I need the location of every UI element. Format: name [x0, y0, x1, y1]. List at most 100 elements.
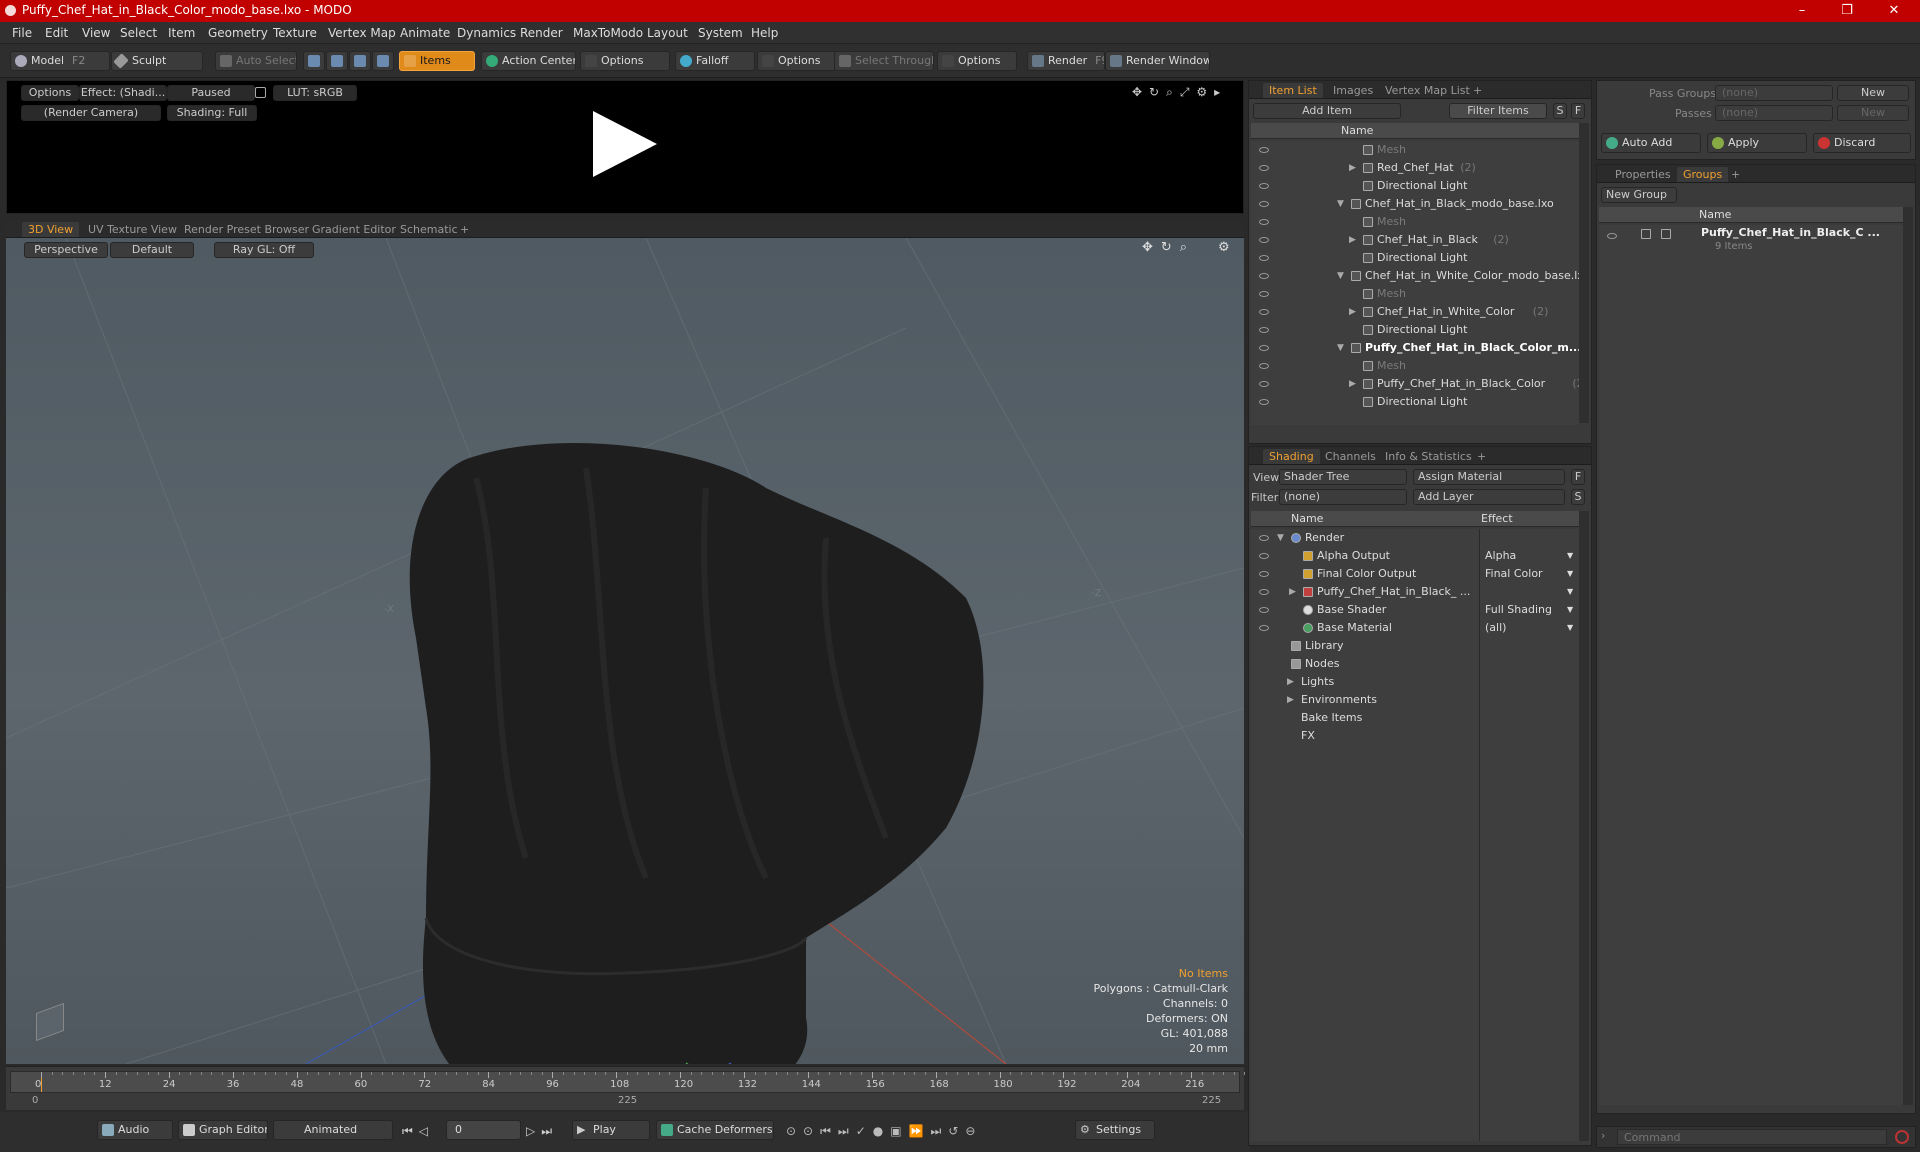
action-center-options-button[interactable]: Options — [580, 51, 670, 71]
expand-arrow-icon[interactable]: ▶ — [1287, 673, 1294, 691]
eye-icon[interactable] — [1259, 183, 1269, 189]
passes-dropdown[interactable]: (none) — [1715, 105, 1833, 121]
collapse-arrow-icon[interactable]: ▶ — [1349, 159, 1356, 177]
eye-icon[interactable] — [1259, 625, 1269, 631]
item-row[interactable]: ▶ Puffy_Chef_Hat_in_Black_Color (2) — [1251, 375, 1579, 393]
shader-row[interactable]: Library — [1251, 637, 1579, 655]
shader-row[interactable]: ▶ Puffy_Chef_Hat_in_Black_ ... ▼ — [1251, 583, 1579, 601]
effect-value[interactable]: (all) — [1485, 619, 1506, 637]
perspective-dropdown[interactable]: Perspective — [24, 242, 108, 258]
tab-render-preset-browser[interactable]: Render Preset Browser — [178, 222, 315, 237]
eye-icon[interactable] — [1259, 589, 1269, 595]
item-row[interactable]: Mesh — [1251, 141, 1579, 159]
effect-dropdown-icon[interactable]: ▼ — [1567, 601, 1573, 619]
add-item-dropdown[interactable]: Add Item — [1253, 103, 1401, 119]
collapse-arrow-icon[interactable]: ▶ — [1349, 231, 1356, 249]
group-item[interactable]: Puffy_Chef_Hat_in_Black_C ... — [1701, 226, 1899, 239]
shader-row[interactable]: ▶ Lights — [1251, 673, 1579, 691]
play-icon[interactable] — [593, 111, 657, 177]
shader-row[interactable]: Nodes — [1251, 655, 1579, 673]
item-row[interactable]: Directional Light — [1251, 249, 1579, 267]
menu-system[interactable]: System — [698, 26, 743, 40]
auto-add-button[interactable]: Auto Add — [1601, 133, 1701, 153]
tab-info-statistics[interactable]: Info & Statistics — [1379, 449, 1478, 464]
f-button[interactable]: F — [1571, 103, 1585, 119]
menu-geometry[interactable]: Geometry — [208, 26, 268, 40]
tab-properties[interactable]: Properties — [1609, 167, 1677, 182]
model-mode-button[interactable]: Model F2 — [10, 51, 110, 71]
expand-arrow-icon[interactable]: ▼ — [1337, 267, 1344, 285]
tab-channels[interactable]: Channels — [1319, 449, 1382, 464]
action-center-button[interactable]: Action Center — [481, 51, 576, 71]
item-row[interactable]: ▶ Chef_Hat_in_White_Color (2) — [1251, 303, 1579, 321]
cache-deformers-button[interactable]: Cache Deformers — [656, 1120, 774, 1140]
menu-render[interactable]: Render — [520, 26, 563, 40]
vertex-select-button[interactable] — [303, 51, 325, 71]
eye-icon[interactable] — [1259, 309, 1269, 315]
item-row[interactable]: Mesh — [1251, 357, 1579, 375]
effect-dropdown-icon[interactable]: ▼ — [1567, 619, 1573, 637]
tab-images[interactable]: Images — [1327, 83, 1379, 98]
menu-dynamics[interactable]: Dynamics — [457, 26, 516, 40]
eye-icon[interactable] — [1259, 535, 1269, 541]
minimize-button[interactable]: – — [1780, 0, 1824, 22]
play-button[interactable]: ▶ Play — [572, 1120, 650, 1140]
expand-arrow-icon[interactable]: ▶ — [1289, 583, 1296, 601]
audio-button[interactable]: Audio — [97, 1120, 173, 1140]
effect-value[interactable]: Alpha — [1485, 547, 1516, 565]
menu-maxtomodo[interactable]: MaxToModo — [573, 26, 643, 40]
command-input[interactable] — [1617, 1129, 1887, 1145]
item-row[interactable]: ▶ Red_Chef_Hat (2) — [1251, 159, 1579, 177]
transport-prev-icons[interactable]: ⏮◁ — [402, 1124, 434, 1139]
shader-row[interactable]: Base Material (all) ▼ — [1251, 619, 1579, 637]
shader-row[interactable]: Final Color Output Final Color ▼ — [1251, 565, 1579, 583]
tab-uv-texture-view[interactable]: UV Texture View — [82, 222, 183, 237]
shader-row[interactable]: FX — [1251, 727, 1579, 745]
shader-row[interactable]: ▼ Render — [1251, 529, 1579, 547]
effect-dropdown-icon[interactable]: ▼ — [1567, 583, 1573, 601]
tab-shading[interactable]: Shading — [1263, 449, 1320, 464]
view-dropdown[interactable]: Shader Tree — [1279, 469, 1407, 485]
menu-view[interactable]: View — [82, 26, 110, 40]
new-pass-group-button[interactable]: New — [1837, 85, 1909, 101]
eye-icon[interactable] — [1259, 147, 1269, 153]
f-button[interactable]: F — [1571, 469, 1585, 485]
item-row[interactable]: Mesh — [1251, 213, 1579, 231]
preview-effect-dropdown[interactable]: Effect: (Shadi... — [79, 85, 167, 101]
new-pass-button[interactable]: New — [1837, 105, 1909, 121]
preview-paused-button[interactable]: Paused — [167, 85, 255, 101]
default-dropdown[interactable]: Default — [110, 242, 194, 258]
render-button[interactable]: Render F9 — [1027, 51, 1105, 71]
timeline-ruler[interactable]: 0 12 24 36 48 60 72 84 96 108 120 132 144 156 168 180 19… — [10, 1071, 1246, 1093]
menu-file[interactable]: File — [12, 26, 32, 40]
filter-dropdown[interactable]: (none) — [1279, 489, 1407, 505]
select-through-options-button[interactable]: Options — [937, 51, 1017, 71]
sculpt-mode-button[interactable]: Sculpt — [111, 51, 203, 71]
collapse-arrow-icon[interactable]: ▶ — [1349, 303, 1356, 321]
add-tab-button[interactable]: + — [1725, 167, 1746, 182]
eye-icon[interactable] — [1259, 571, 1269, 577]
preview-nav-icons[interactable]: ✥↻⌕⤢⚙▸ — [1132, 85, 1227, 100]
shader-row[interactable]: Alpha Output Alpha ▼ — [1251, 547, 1579, 565]
shading-dropdown[interactable]: Shading: Full — [167, 105, 257, 121]
menu-texture[interactable]: Texture — [273, 26, 317, 40]
material-select-button[interactable] — [372, 51, 394, 71]
timeline[interactable]: 0 12 24 36 48 60 72 84 96 108 120 132 144 156 168 180 19… — [6, 1066, 1246, 1110]
new-group-button[interactable]: New Group — [1601, 187, 1677, 203]
checkbox-icon[interactable] — [1641, 229, 1651, 239]
tab-3d-view[interactable]: 3D View — [22, 222, 80, 237]
menu-vertex-map[interactable]: Vertex Map — [328, 26, 396, 40]
effect-value[interactable]: Full Shading — [1485, 601, 1552, 619]
menu-item[interactable]: Item — [168, 26, 195, 40]
shader-row[interactable]: Bake Items — [1251, 709, 1579, 727]
eye-icon[interactable] — [1259, 327, 1269, 333]
menu-animate[interactable]: Animate — [400, 26, 450, 40]
lock-icon[interactable] — [255, 87, 266, 98]
checkbox-icon[interactable] — [1661, 229, 1671, 239]
transport-next-icons[interactable]: ▷⏭ — [526, 1124, 558, 1139]
item-row[interactable]: ▶ Chef_Hat_in_Black (2) — [1251, 231, 1579, 249]
item-row[interactable]: Directional Light — [1251, 177, 1579, 195]
expand-arrow-icon[interactable]: ▼ — [1337, 195, 1344, 213]
add-tab-button[interactable]: + — [454, 222, 475, 237]
collapse-arrow-icon[interactable]: ▶ — [1349, 375, 1356, 393]
